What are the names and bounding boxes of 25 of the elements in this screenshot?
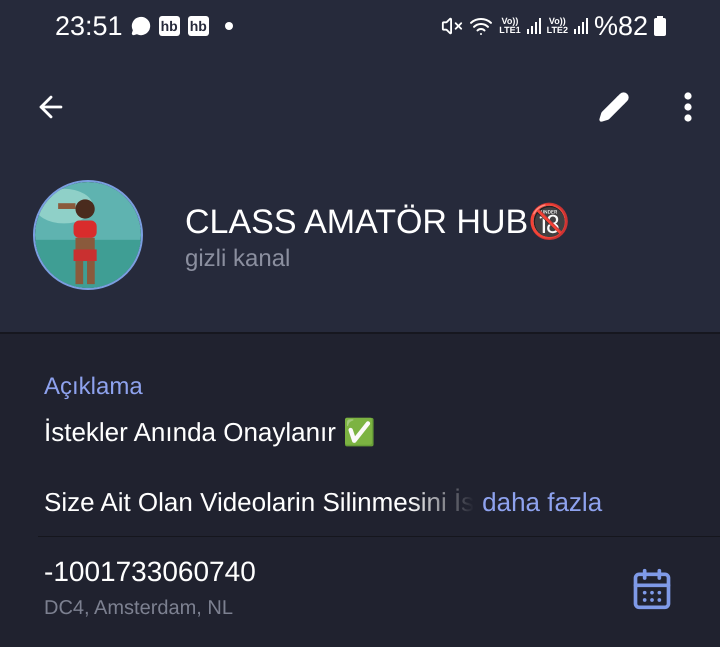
notification-badge: hb <box>188 16 209 36</box>
channel-subtitle: gizli kanal <box>185 244 292 274</box>
chat-bubble-icon <box>130 16 151 36</box>
signal-icon <box>574 18 588 34</box>
channel-title: CLASS AMATÖR HUB🔞 <box>185 202 570 242</box>
dot-icon <box>224 22 233 30</box>
pencil-icon <box>598 91 630 123</box>
network-label: LTE1 <box>499 26 521 35</box>
network-label: LTE2 <box>546 26 568 35</box>
volte-label: Vo)) <box>548 17 566 26</box>
clock: 23:51 <box>55 10 123 43</box>
channel-id: -1001733060740 <box>44 555 256 589</box>
battery-percent: %82 <box>594 10 648 43</box>
edit-button[interactable] <box>598 91 630 123</box>
more-icon <box>684 92 692 122</box>
more-button[interactable] <box>684 92 692 122</box>
volte-label: Vo)) <box>502 17 518 26</box>
mute-icon <box>441 15 464 37</box>
battery-icon <box>654 16 666 36</box>
signal-icon <box>526 18 541 34</box>
description-text: İstekler Anında Onaylanır ✅ <box>44 416 376 448</box>
more-link[interactable]: daha fazla <box>482 486 602 518</box>
section-heading: Açıklama <box>44 372 144 402</box>
datacenter-location: DC4, Amsterdam, NL <box>44 596 234 621</box>
notification-badge: hb <box>158 16 180 36</box>
